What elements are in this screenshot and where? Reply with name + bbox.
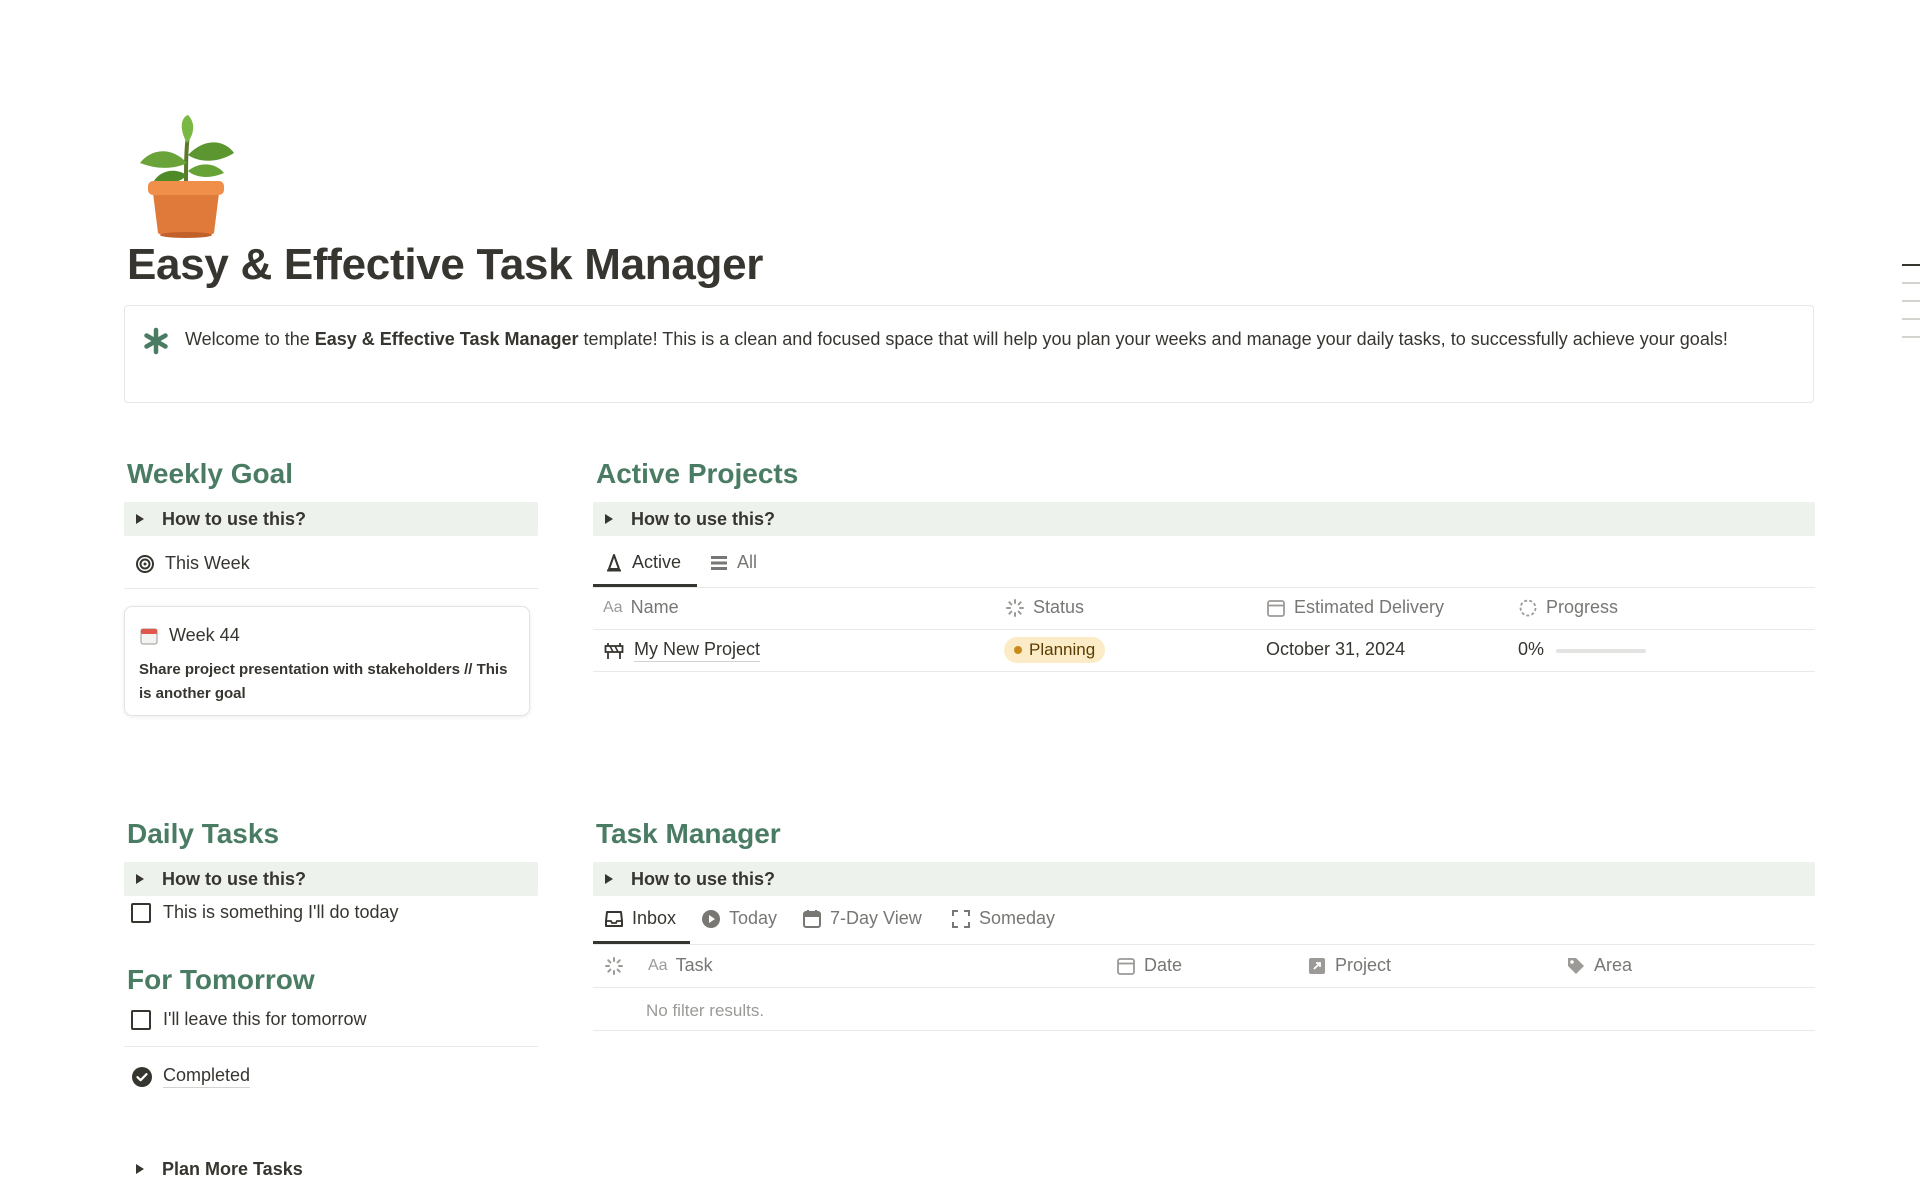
barrier-icon	[604, 642, 624, 659]
calendar-icon	[140, 628, 158, 644]
column-header-project[interactable]: Project	[1307, 955, 1391, 976]
column-header-task[interactable]: Aa Task	[604, 955, 713, 976]
brackets-icon	[952, 909, 970, 928]
status-loader-icon	[1006, 598, 1024, 617]
divider	[593, 671, 1815, 672]
toggle-triangle-icon	[136, 1164, 144, 1174]
tab-today[interactable]: Today	[701, 908, 777, 929]
cone-icon	[607, 553, 621, 571]
list-icon	[711, 555, 727, 570]
status-dot	[1014, 646, 1022, 654]
calendar-icon	[803, 909, 821, 928]
card-body: Share project presentation with stakehol…	[139, 661, 508, 702]
column-header-status[interactable]: Status	[1005, 597, 1084, 618]
active-projects-heading: Active Projects	[596, 458, 799, 489]
divider	[593, 587, 1815, 588]
status-badge[interactable]: Planning	[1004, 637, 1106, 663]
divider	[593, 629, 1815, 630]
text-aa-icon: Aa	[648, 956, 668, 974]
todo-item[interactable]: I'll leave this for tomorrow	[131, 1009, 367, 1030]
task-manager-how-to-toggle[interactable]: How to use this?	[593, 862, 1815, 896]
tab-7-day-view[interactable]: 7-Day View	[802, 908, 922, 929]
completed-view-tab[interactable]: Completed	[131, 1065, 251, 1088]
potted-plant-icon[interactable]	[130, 115, 242, 239]
divider	[593, 1030, 1815, 1031]
plan-more-tasks-toggle[interactable]: Plan More Tasks	[124, 1152, 538, 1186]
tab-someday[interactable]: Someday	[951, 908, 1055, 929]
page-title: Easy & Effective Task Manager	[127, 240, 764, 289]
weekly-goal-heading: Weekly Goal	[127, 458, 294, 489]
toc-indicator[interactable]	[1902, 282, 1920, 284]
task-manager-heading: Task Manager	[596, 818, 781, 849]
estimated-delivery-cell[interactable]: October 31, 2024	[1266, 639, 1405, 660]
tag-icon	[1568, 957, 1584, 974]
divider	[593, 944, 1815, 945]
target-icon	[136, 554, 154, 573]
toggle-triangle-icon	[605, 874, 613, 884]
toggle-triangle-icon	[136, 874, 144, 884]
callout-text: Welcome to the Easy & Effective Task Man…	[185, 329, 1728, 349]
daily-tasks-heading: Daily Tasks	[127, 818, 280, 849]
empty-state-text: No filter results.	[646, 1001, 765, 1020]
tab-inbox[interactable]: Inbox	[604, 908, 676, 929]
toggle-triangle-icon	[605, 514, 613, 524]
card-title: Week 44	[139, 625, 515, 646]
status-loader-icon	[605, 956, 623, 975]
tab-active[interactable]: Active	[604, 552, 681, 573]
progress-cell[interactable]: 0%	[1518, 639, 1544, 660]
todo-item[interactable]: This is something I'll do today	[131, 902, 399, 923]
asterisk-icon	[142, 327, 170, 355]
inbox-icon	[605, 910, 623, 927]
todo-checkbox[interactable]	[131, 1009, 151, 1030]
toc-indicator[interactable]	[1902, 336, 1920, 338]
divider	[124, 1046, 538, 1047]
column-header-name[interactable]: Aa Name	[603, 597, 679, 618]
for-tomorrow-heading: For Tomorrow	[127, 964, 315, 995]
relation-icon	[1309, 957, 1325, 974]
this-week-view-tab[interactable]: This Week	[135, 553, 250, 574]
week-goal-card[interactable]: Week 44 Share project presentation with …	[124, 606, 530, 716]
toc-indicator[interactable]	[1902, 300, 1920, 302]
toc-indicator-active[interactable]	[1902, 264, 1920, 266]
divider	[124, 588, 538, 589]
play-circle-icon	[702, 909, 720, 928]
project-name-cell[interactable]: My New Project	[604, 639, 761, 662]
active-projects-how-to-toggle[interactable]: How to use this?	[593, 502, 1815, 536]
column-header-estimated-delivery[interactable]: Estimated Delivery	[1266, 597, 1444, 618]
column-header-area[interactable]: Area	[1566, 955, 1632, 976]
calendar-icon	[1267, 599, 1285, 617]
daily-tasks-how-to-toggle[interactable]: How to use this?	[124, 862, 538, 896]
tab-all[interactable]: All	[709, 552, 757, 573]
toc-indicator[interactable]	[1902, 318, 1920, 320]
column-header-date[interactable]: Date	[1116, 955, 1182, 976]
toggle-triangle-icon	[136, 514, 144, 524]
divider	[593, 987, 1815, 988]
check-circle-icon	[132, 1066, 152, 1087]
weekly-goal-how-to-toggle[interactable]: How to use this?	[124, 502, 538, 536]
progress-bar	[1556, 649, 1646, 653]
column-header-progress[interactable]: Progress	[1518, 597, 1618, 618]
progress-ring-icon	[1519, 599, 1537, 616]
calendar-icon	[1117, 957, 1135, 975]
todo-checkbox[interactable]	[131, 902, 151, 923]
welcome-callout: Welcome to the Easy & Effective Task Man…	[124, 305, 1814, 403]
text-aa-icon: Aa	[603, 598, 623, 616]
